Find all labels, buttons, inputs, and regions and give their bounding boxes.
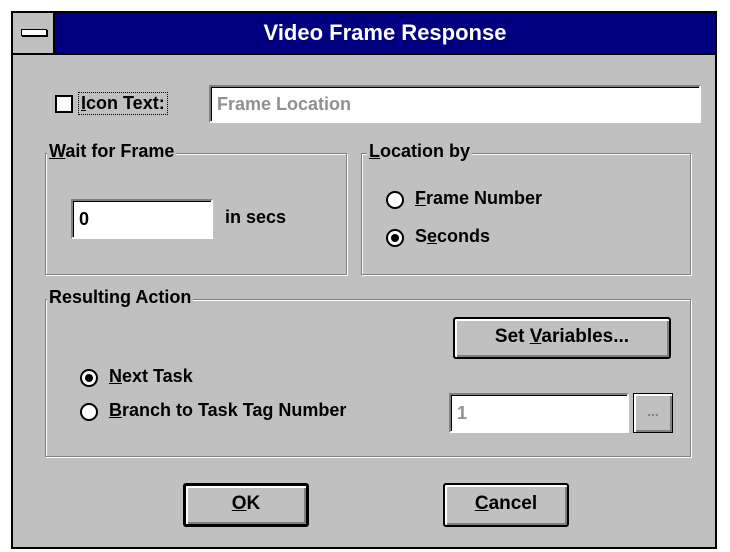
branch-task-radio[interactable] [80, 403, 98, 421]
next-task-label[interactable]: Next Task [109, 366, 193, 387]
dialog-window: Video Frame Response Icon Text: Frame Lo… [11, 11, 717, 549]
set-variables-button[interactable]: Set Variables... [453, 317, 671, 359]
frame-number-label[interactable]: Frame Number [415, 188, 542, 209]
location-by-label: Location by [367, 141, 473, 162]
wait-unit-label: in secs [225, 207, 287, 227]
cancel-button[interactable]: Cancel [443, 483, 569, 527]
browse-tag-button[interactable]: ... [633, 393, 673, 433]
system-menu-button[interactable] [13, 13, 55, 53]
wait-seconds-input[interactable]: 0 [71, 199, 213, 239]
ok-button[interactable]: OK [183, 483, 309, 527]
next-task-radio[interactable] [80, 369, 98, 387]
icon-text-checkbox[interactable] [55, 95, 73, 113]
location-by-group [361, 153, 691, 275]
icon-text-label[interactable]: Icon Text: [78, 92, 168, 115]
icon-text-label-rest: con Text: [86, 93, 165, 113]
system-menu-icon [21, 29, 47, 36]
wait-for-frame-label: Wait for Frame [47, 141, 177, 162]
seconds-radio[interactable] [386, 229, 404, 247]
resulting-action-label: Resulting Action [47, 287, 194, 308]
icon-text-input[interactable]: Frame Location [209, 85, 701, 123]
title-bar: Video Frame Response [13, 13, 715, 55]
window-title: Video Frame Response [263, 20, 507, 45]
branch-task-label[interactable]: Branch to Task Tag Number [109, 400, 346, 421]
frame-number-radio[interactable] [386, 191, 404, 209]
tag-number-input[interactable]: 1 [449, 393, 629, 433]
seconds-label[interactable]: Seconds [415, 226, 490, 247]
